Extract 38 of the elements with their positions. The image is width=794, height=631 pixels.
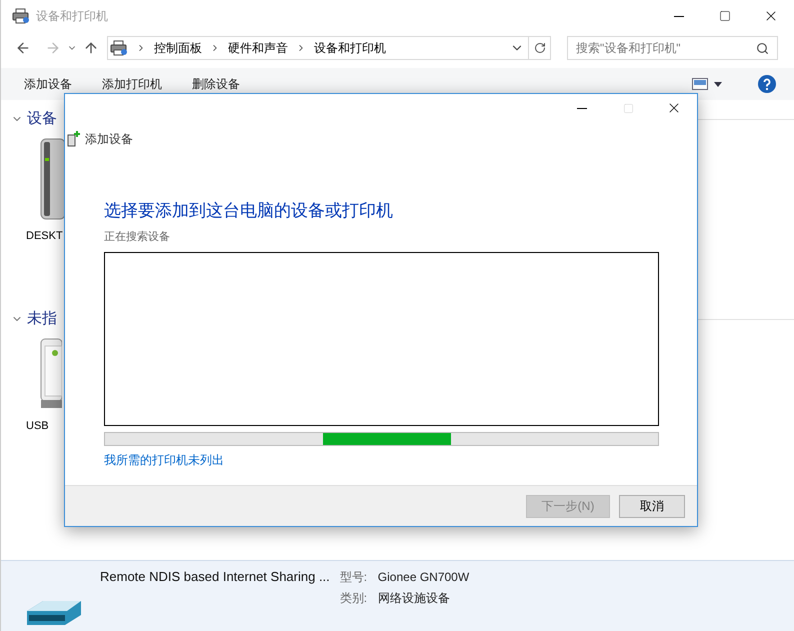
breadcrumb[interactable]: 硬件和声音 <box>228 39 288 57</box>
view-options-icon[interactable] <box>692 78 708 90</box>
printer-not-listed-link[interactable]: 我所需的打印机未列出 <box>104 451 224 469</box>
detail-value: Gionee GN700W <box>378 569 470 586</box>
printer-icon <box>40 338 62 410</box>
toolbar-button[interactable]: 删除设备 <box>192 75 240 93</box>
maximize-icon <box>719 10 731 22</box>
toolbar-button[interactable]: 添加打印机 <box>102 75 162 93</box>
dialog-title: 添加设备 <box>85 131 133 148</box>
printer-icon <box>110 40 128 56</box>
dropdown-arrow-icon[interactable] <box>714 82 722 86</box>
detail-value: 网络设施设备 <box>378 590 450 607</box>
detail-label: 型号: <box>340 569 368 586</box>
toolbar-button[interactable]: 添加设备 <box>24 75 72 93</box>
device-add-icon <box>67 131 81 147</box>
computer-tower-icon <box>40 138 66 220</box>
detail-label: 类别: <box>340 590 368 607</box>
group-header[interactable]: 未指 <box>27 308 57 330</box>
search-input[interactable]: 搜索"设备和打印机" <box>576 39 756 57</box>
back-button[interactable] <box>15 40 31 56</box>
help-icon[interactable] <box>758 75 776 93</box>
up-button[interactable] <box>83 40 99 56</box>
group-header[interactable]: 设备 <box>27 108 57 130</box>
breadcrumb[interactable]: 设备和打印机 <box>314 39 386 57</box>
search-status: 正在搜索设备 <box>104 230 171 244</box>
maximize-icon <box>622 102 634 114</box>
search-icon <box>756 42 769 54</box>
address-bar[interactable]: 控制面板 硬件和声音 设备和打印机 <box>107 36 551 60</box>
device-name[interactable]: DESKT <box>26 228 63 244</box>
search-field[interactable]: 搜索"设备和打印机" <box>567 36 778 60</box>
window-title: 设备和打印机 <box>36 8 108 25</box>
dialog-button[interactable]: 取消 <box>619 494 685 518</box>
device-name[interactable]: USB <box>26 418 49 434</box>
printer-icon <box>12 8 30 24</box>
dialog-heading: 选择要添加到这台电脑的设备或打印机 <box>104 200 394 222</box>
device-name: Remote NDIS based Internet Sharing ... <box>100 569 330 584</box>
refresh-icon[interactable] <box>534 42 546 54</box>
breadcrumb[interactable]: 控制面板 <box>154 39 202 57</box>
